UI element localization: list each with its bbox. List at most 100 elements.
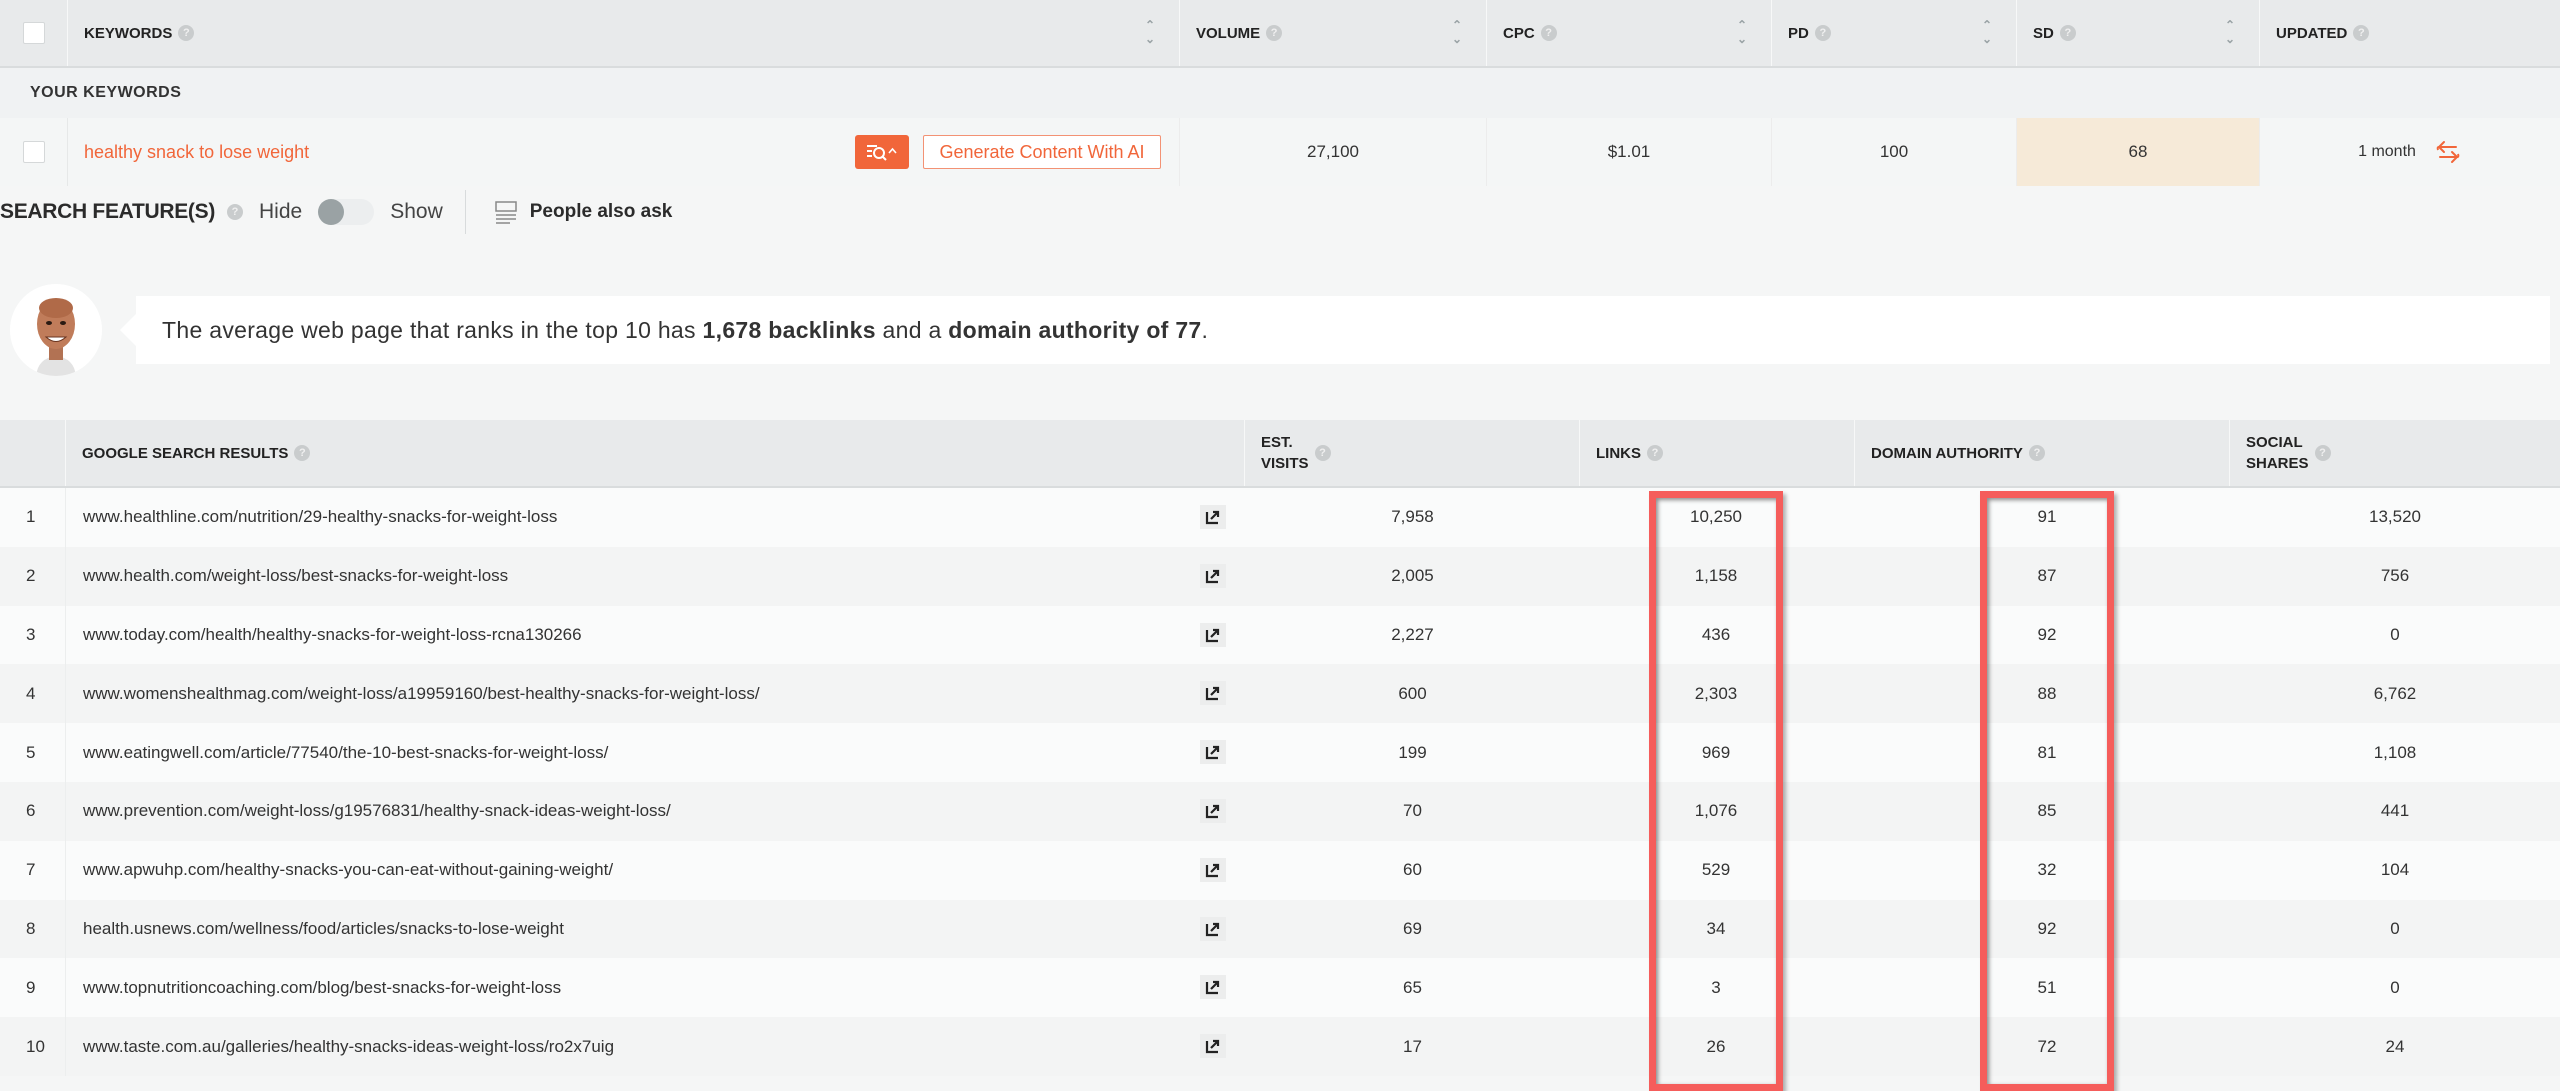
select-all-checkbox[interactable]: [22, 22, 45, 44]
header-volume[interactable]: VOLUME? ⌃ ⌄: [1180, 0, 1487, 66]
serp-analysis-button[interactable]: [855, 135, 909, 169]
help-icon[interactable]: ?: [1314, 445, 1331, 461]
help-icon[interactable]: ?: [227, 204, 244, 220]
result-url-link[interactable]: www.womenshealthmag.com/weight-loss/a199…: [83, 664, 760, 723]
est-visits: 199: [1398, 742, 1427, 762]
help-icon[interactable]: ?: [2059, 25, 2076, 41]
generate-content-label: Generate Content With AI: [939, 141, 1145, 162]
external-link-icon[interactable]: [1200, 916, 1226, 941]
tip-middle: and a: [875, 316, 949, 343]
external-link-icon[interactable]: [1200, 798, 1226, 823]
est-visits: 60: [1403, 860, 1422, 880]
links[interactable]: 26: [1649, 1017, 1783, 1076]
social-shares: 104: [2380, 860, 2410, 880]
result-url-link[interactable]: www.healthline.com/nutrition/29-healthy-…: [83, 488, 557, 547]
header-pd-label: PD: [1788, 24, 1809, 42]
people-also-ask-feature[interactable]: People also ask: [530, 201, 673, 223]
your-keywords-section-label: YOUR KEYWORDS: [0, 68, 2560, 118]
header-sd-label: SD: [2033, 24, 2054, 42]
row-select-cell: [0, 118, 68, 186]
help-icon[interactable]: ?: [1814, 25, 1831, 41]
help-icon[interactable]: ?: [1266, 25, 1283, 41]
est-visits: 17: [1403, 1036, 1422, 1056]
external-link-icon[interactable]: [1200, 505, 1226, 529]
keyword-row: healthy snack to lose weight Generate Co…: [0, 118, 2560, 186]
external-link-icon[interactable]: [1200, 563, 1226, 588]
links[interactable]: 34: [1649, 900, 1783, 959]
table-row: 4 www.womenshealthmag.com/weight-loss/a19…: [0, 664, 2560, 724]
links[interactable]: 10,250: [1649, 488, 1783, 547]
est-visits: 2,005: [1391, 566, 1434, 586]
header-sd[interactable]: SD? ⌃ ⌄: [2017, 0, 2260, 66]
results-table-header: GOOGLE SEARCH RESULTS? EST. VISITS? LINKS…: [0, 420, 2560, 488]
result-url-link[interactable]: www.eatingwell.com/article/77540/the-10-…: [83, 723, 608, 782]
help-icon[interactable]: ?: [178, 25, 195, 41]
external-link-icon[interactable]: [1200, 975, 1226, 1000]
rank: 10: [0, 1017, 66, 1076]
domain-authority: 87: [2037, 566, 2057, 586]
links[interactable]: 529: [1649, 841, 1783, 900]
result-url-link[interactable]: www.apwuhp.com/healthy-snacks-you-can-ea…: [83, 841, 613, 900]
updated-value: 1 month: [2358, 143, 2416, 160]
table-row: 7 www.apwuhp.com/healthy-snacks-you-can-e…: [0, 840, 2560, 900]
result-url-link[interactable]: www.topnutritioncoaching.com/blog/best-s…: [83, 958, 561, 1017]
rank: 7: [0, 840, 66, 900]
refresh-icon[interactable]: [2434, 138, 2462, 166]
results-table-body: 1 www.healthline.com/nutrition/29-healthy…: [0, 488, 2560, 1076]
help-icon[interactable]: ?: [2353, 25, 2370, 41]
header-links-label: LINKS: [1596, 444, 1641, 462]
row-checkbox[interactable]: [22, 141, 45, 163]
rank: 2: [0, 546, 66, 606]
external-link-icon[interactable]: [1200, 857, 1226, 882]
header-social-shares: SOCIAL SHARES?: [2230, 420, 2560, 486]
table-row: 5 www.eatingwell.com/article/77540/the-10…: [0, 723, 2560, 782]
social-shares: 0: [2390, 977, 2400, 997]
result-url-link[interactable]: www.health.com/weight-loss/best-snacks-f…: [83, 547, 508, 606]
result-url-link[interactable]: www.taste.com.au/galleries/healthy-snack…: [83, 1017, 614, 1076]
sort-icon[interactable]: ⌃ ⌄: [1145, 18, 1155, 46]
generate-content-button[interactable]: Generate Content With AI: [923, 135, 1161, 169]
rank: 6: [0, 781, 66, 841]
header-shares-line2: SHARES: [2246, 455, 2309, 472]
external-link-icon[interactable]: [1200, 740, 1226, 765]
keyword-link[interactable]: healthy snack to lose weight: [84, 142, 309, 163]
help-icon[interactable]: ?: [2314, 445, 2331, 461]
keywords-table-header: KEYWORDS? ⌃ ⌄ VOLUME? ⌃ ⌄ CPC? ⌃ ⌄ PD? ⌃ ⌄ S…: [0, 0, 2560, 68]
help-icon[interactable]: ?: [1540, 25, 1557, 41]
header-keywords[interactable]: KEYWORDS? ⌃ ⌄: [68, 0, 1180, 66]
est-visits: 70: [1403, 801, 1422, 821]
links[interactable]: 1,076: [1649, 782, 1783, 841]
help-icon[interactable]: ?: [294, 445, 311, 461]
domain-authority: 32: [2037, 860, 2057, 880]
sort-icon[interactable]: ⌃ ⌄: [1982, 18, 1992, 46]
links[interactable]: 436: [1649, 606, 1783, 665]
sort-icon[interactable]: ⌃ ⌄: [1452, 18, 1462, 46]
links[interactable]: 1,158: [1649, 547, 1783, 606]
links[interactable]: 3: [1649, 958, 1783, 1017]
header-rank: [0, 420, 66, 486]
links[interactable]: 969: [1649, 723, 1783, 782]
sort-icon[interactable]: ⌃ ⌄: [1737, 18, 1747, 46]
sort-icon[interactable]: ⌃ ⌄: [2225, 18, 2235, 46]
est-visits: 69: [1403, 918, 1422, 938]
header-pd[interactable]: PD? ⌃ ⌄: [1772, 0, 2017, 66]
help-icon[interactable]: ?: [2028, 445, 2045, 461]
header-links: LINKS?: [1580, 420, 1855, 486]
header-results-label: GOOGLE SEARCH RESULTS: [82, 444, 289, 462]
social-shares: 0: [2390, 624, 2400, 644]
result-url-link[interactable]: www.today.com/health/healthy-snacks-for-…: [83, 606, 582, 665]
external-link-icon[interactable]: [1200, 681, 1226, 706]
result-url-link[interactable]: www.prevention.com/weight-loss/g19576831…: [83, 782, 671, 841]
search-features-toggle[interactable]: [318, 199, 375, 225]
updated-cell: 1 month: [2260, 118, 2560, 186]
links[interactable]: 2,303: [1649, 664, 1783, 723]
rank: 5: [0, 723, 66, 782]
external-link-icon[interactable]: [1200, 1034, 1226, 1059]
tip-suffix: .: [1201, 316, 1209, 343]
help-icon[interactable]: ?: [1647, 445, 1663, 461]
result-url-link[interactable]: health.usnews.com/wellness/food/articles…: [83, 900, 564, 959]
header-cpc[interactable]: CPC? ⌃ ⌄: [1487, 0, 1772, 66]
rank: 1: [0, 488, 66, 547]
external-link-icon[interactable]: [1200, 622, 1226, 647]
header-da-label: DOMAIN AUTHORITY: [1871, 444, 2023, 462]
